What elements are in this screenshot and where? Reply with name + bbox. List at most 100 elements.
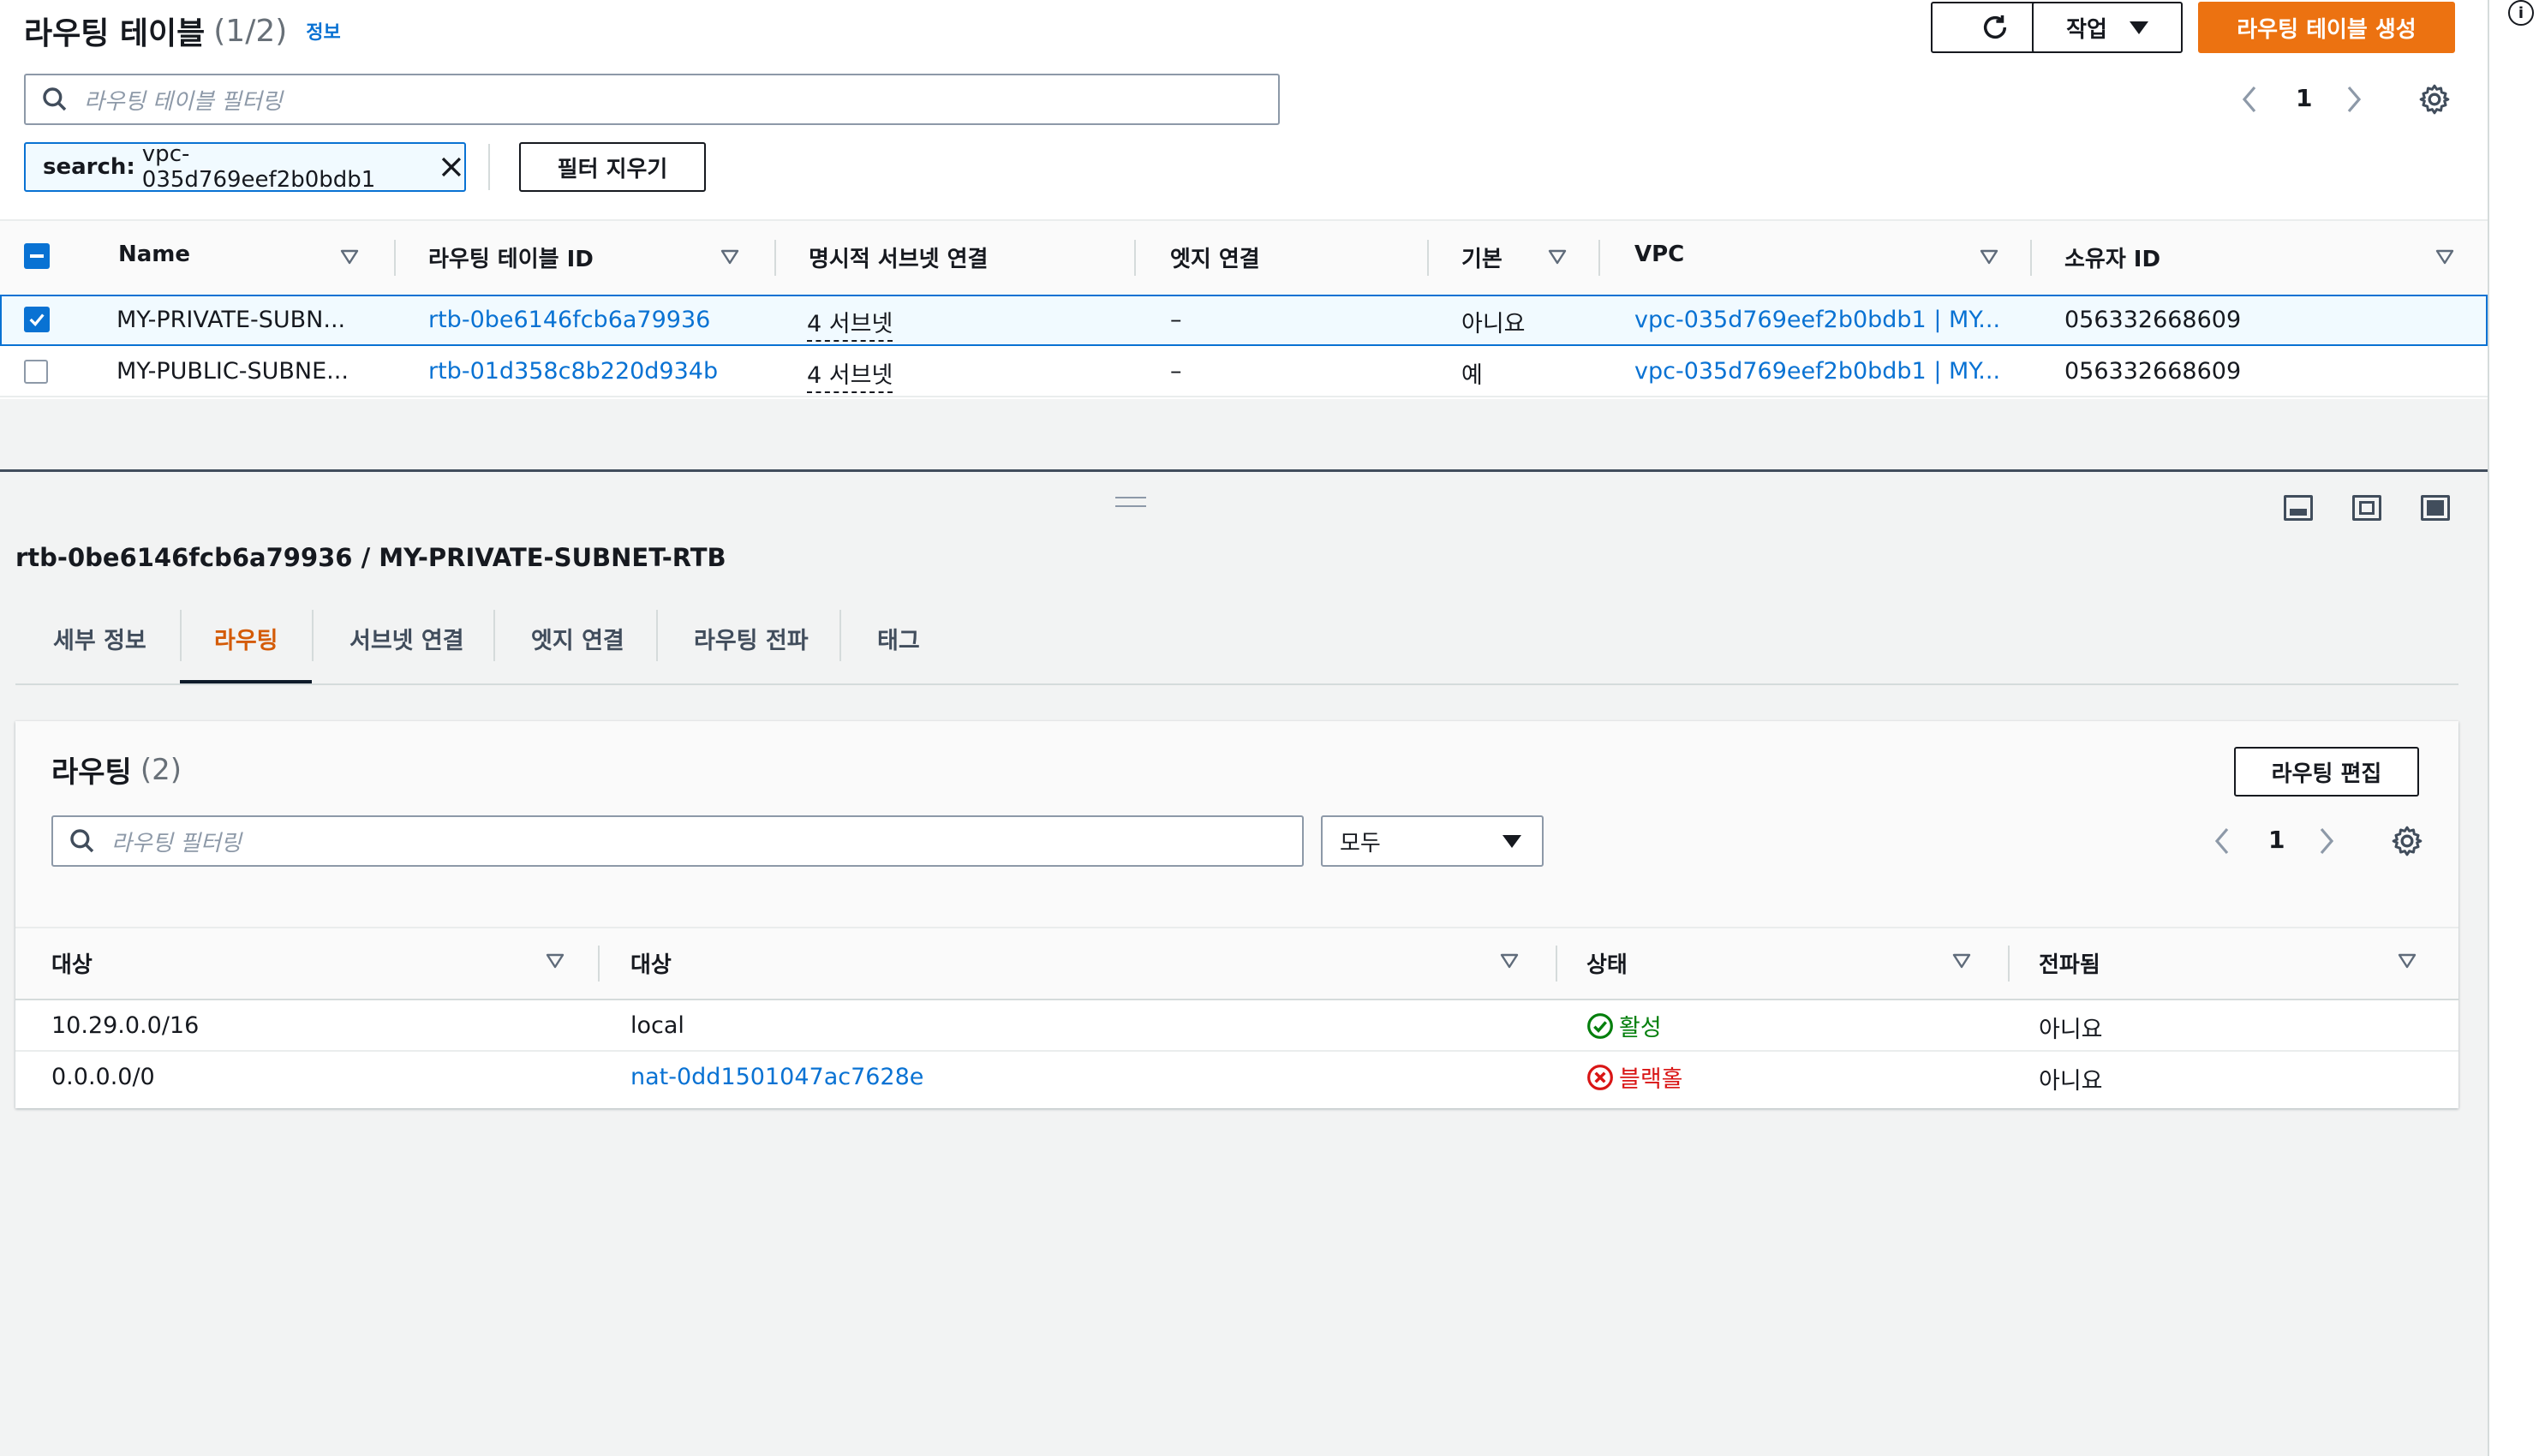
sort-icon[interactable] bbox=[2434, 248, 2455, 266]
column-divider[interactable] bbox=[394, 240, 396, 276]
sort-icon[interactable] bbox=[339, 248, 360, 266]
route-propagated: 아니요 bbox=[2039, 1068, 2103, 1095]
split-panel-bottom-icon[interactable] bbox=[2284, 495, 2313, 521]
row-subnet-associations[interactable]: 4 서브넷 bbox=[807, 305, 893, 342]
actions-dropdown[interactable]: 작업 bbox=[2032, 2, 2183, 53]
column-header-vpc[interactable]: VPC bbox=[1634, 242, 1684, 267]
sort-icon[interactable] bbox=[720, 248, 740, 266]
route-status: 활성 bbox=[1586, 1009, 1662, 1042]
column-header-main[interactable]: 기본 bbox=[1461, 242, 1502, 273]
sort-icon[interactable] bbox=[1951, 952, 1972, 970]
chevron-right-icon[interactable] bbox=[2315, 826, 2337, 856]
row-name: MY-PRIVATE-SUBN... bbox=[116, 307, 346, 333]
create-label: 라우팅 테이블 생성 bbox=[2237, 16, 2417, 43]
column-header-subnet-associations[interactable]: 명시적 서브넷 연결 bbox=[809, 242, 988, 273]
create-route-table-button[interactable]: 라우팅 테이블 생성 bbox=[2198, 2, 2455, 53]
route-table-search[interactable]: 라우팅 테이블 필터링 bbox=[24, 74, 1280, 125]
table-footer-area bbox=[0, 399, 2488, 471]
column-header-target[interactable]: 대상 bbox=[630, 947, 672, 979]
sort-icon[interactable] bbox=[1499, 952, 1520, 970]
clear-filters-label: 필터 지우기 bbox=[557, 156, 668, 182]
route-target: local bbox=[630, 1012, 684, 1039]
chevron-left-icon[interactable] bbox=[2239, 84, 2261, 115]
tab-divider bbox=[656, 610, 658, 661]
column-divider[interactable] bbox=[774, 240, 776, 276]
resize-handle-icon[interactable] bbox=[1115, 497, 1146, 507]
tab-divider bbox=[839, 610, 841, 661]
column-header-name[interactable]: Name bbox=[118, 242, 190, 267]
column-header-route-table-id[interactable]: 라우팅 테이블 ID bbox=[428, 242, 594, 273]
column-divider[interactable] bbox=[1427, 240, 1429, 276]
route-status-text: 블랙홀 bbox=[1619, 1066, 1683, 1093]
sort-icon[interactable] bbox=[2397, 952, 2417, 970]
route-filter-select[interactable]: 모두 bbox=[1321, 815, 1544, 867]
edit-routes-button[interactable]: 라우팅 편집 bbox=[2234, 747, 2419, 797]
select-all-checkbox[interactable] bbox=[24, 243, 50, 269]
split-panel-maximize-icon[interactable] bbox=[2421, 495, 2450, 521]
page-number[interactable]: 1 bbox=[2268, 826, 2285, 854]
column-divider[interactable] bbox=[2008, 946, 2010, 982]
row-subnet-associations[interactable]: 4 서브넷 bbox=[807, 356, 893, 393]
refresh-icon bbox=[1983, 15, 2007, 39]
chevron-left-icon[interactable] bbox=[2212, 826, 2234, 856]
tabs-baseline bbox=[15, 683, 2458, 685]
sort-icon[interactable] bbox=[1547, 248, 1568, 266]
help-panel-divider bbox=[2488, 0, 2489, 1456]
route-destination: 10.29.0.0/16 bbox=[51, 1012, 200, 1039]
split-panel-side-icon[interactable] bbox=[2352, 495, 2381, 521]
tab-divider bbox=[180, 610, 182, 661]
route-search[interactable]: 라우팅 필터링 bbox=[51, 815, 1304, 867]
info-link[interactable]: 정보 bbox=[306, 17, 340, 45]
search-icon bbox=[70, 829, 94, 853]
column-header-propagated[interactable]: 전파됨 bbox=[2039, 947, 2100, 979]
tab-edge-associations[interactable]: 엣지 연결 bbox=[531, 622, 624, 655]
route-search-placeholder: 라우팅 필터링 bbox=[111, 830, 242, 856]
tab-divider bbox=[493, 610, 495, 661]
chevron-right-icon[interactable] bbox=[2342, 84, 2364, 115]
token-divider bbox=[488, 144, 490, 190]
check-icon bbox=[29, 313, 45, 326]
column-header-edge-associations[interactable]: 엣지 연결 bbox=[1170, 242, 1260, 273]
pagination-top: 1 bbox=[2231, 81, 2385, 118]
sort-icon[interactable] bbox=[1979, 248, 1999, 266]
column-divider[interactable] bbox=[1598, 240, 1600, 276]
tab-tags[interactable]: 태그 bbox=[877, 622, 920, 655]
route-status-text: 활성 bbox=[1619, 1015, 1662, 1041]
filter-token-key: search: bbox=[43, 154, 135, 180]
tab-subnet-associations[interactable]: 서브넷 연결 bbox=[349, 622, 464, 655]
tab-route-propagation[interactable]: 라우팅 전파 bbox=[694, 622, 809, 655]
caret-down-icon bbox=[1502, 834, 1521, 848]
row-vpc-link[interactable]: vpc-035d769eef2b0bdb1 | MY... bbox=[1634, 358, 2000, 385]
page-number[interactable]: 1 bbox=[2296, 84, 2312, 112]
clear-filters-button[interactable]: 필터 지우기 bbox=[519, 142, 706, 192]
info-icon[interactable]: i bbox=[2508, 0, 2534, 26]
column-header-destination[interactable]: 대상 bbox=[51, 947, 93, 979]
row-edge-associations: – bbox=[1170, 358, 1182, 385]
route-propagated: 아니요 bbox=[2039, 1017, 2103, 1043]
tab-routes[interactable]: 라우팅 bbox=[214, 622, 278, 655]
page-title: 라우팅 테이블 bbox=[24, 16, 206, 51]
column-divider[interactable] bbox=[1556, 946, 1557, 982]
column-divider[interactable] bbox=[1134, 240, 1136, 276]
column-header-status[interactable]: 상태 bbox=[1586, 947, 1628, 979]
gear-icon[interactable] bbox=[2417, 82, 2452, 116]
column-divider[interactable] bbox=[2030, 240, 2032, 276]
column-header-owner-id[interactable]: 소유자 ID bbox=[2064, 242, 2160, 273]
gear-icon[interactable] bbox=[2390, 824, 2424, 858]
pagination-routes: 1 bbox=[2203, 822, 2357, 860]
row-route-table-id-link[interactable]: rtb-0be6146fcb6a79936 bbox=[428, 307, 710, 333]
edit-routes-label: 라우팅 편집 bbox=[2271, 761, 2382, 787]
caret-down-icon bbox=[2129, 21, 2148, 34]
row-vpc-link[interactable]: vpc-035d769eef2b0bdb1 | MY... bbox=[1634, 307, 2000, 333]
row-checkbox[interactable] bbox=[24, 360, 48, 384]
sort-icon[interactable] bbox=[545, 952, 565, 970]
tab-details[interactable]: 세부 정보 bbox=[53, 622, 146, 655]
row-route-table-id-link[interactable]: rtb-01d358c8b220d934b bbox=[428, 358, 718, 385]
route-target-link[interactable]: nat-0dd1501047ac7628e bbox=[630, 1064, 923, 1090]
row-owner-id: 056332668609 bbox=[2064, 358, 2242, 385]
column-divider[interactable] bbox=[598, 946, 600, 982]
row-checkbox[interactable] bbox=[24, 307, 50, 332]
route-status: 블랙홀 bbox=[1586, 1060, 1683, 1094]
filter-token-value: vpc-035d769eef2b0bdb1 bbox=[141, 141, 376, 193]
close-icon[interactable] bbox=[439, 154, 464, 180]
